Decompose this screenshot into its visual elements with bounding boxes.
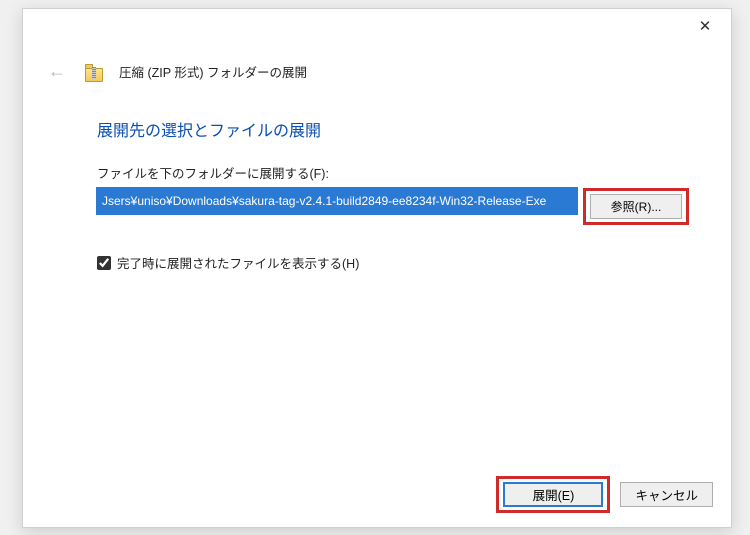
show-files-label: 完了時に展開されたファイルを表示する(H) bbox=[117, 253, 359, 272]
browse-button[interactable]: 参照(R)... bbox=[590, 194, 682, 219]
extract-zip-dialog: ✕ ← 圧縮 (ZIP 形式) フォルダーの展開 展開先の選択とファイルの展開 … bbox=[22, 8, 732, 528]
show-files-checkbox[interactable] bbox=[97, 256, 111, 270]
destination-path-input[interactable] bbox=[97, 188, 577, 214]
extract-button[interactable]: 展開(E) bbox=[503, 482, 603, 507]
destination-row: 参照(R)... bbox=[97, 188, 689, 225]
dialog-footer: 展開(E) キャンセル bbox=[496, 476, 713, 513]
dialog-title: 圧縮 (ZIP 形式) フォルダーの展開 bbox=[119, 62, 307, 81]
dialog-content: 展開先の選択とファイルの展開 ファイルを下のフォルダーに展開する(F): 参照(… bbox=[23, 91, 731, 272]
zip-folder-icon bbox=[85, 60, 103, 82]
back-arrow-icon: ← bbox=[48, 61, 66, 82]
close-button[interactable]: ✕ bbox=[685, 13, 725, 39]
dialog-header: ← 圧縮 (ZIP 形式) フォルダーの展開 bbox=[23, 41, 731, 91]
extract-highlight: 展開(E) bbox=[496, 476, 610, 513]
destination-folder-label: ファイルを下のフォルダーに展開する(F): bbox=[97, 163, 689, 182]
close-icon: ✕ bbox=[699, 17, 712, 35]
browse-highlight: 参照(R)... bbox=[583, 188, 689, 225]
show-files-checkbox-row[interactable]: 完了時に展開されたファイルを表示する(H) bbox=[97, 253, 689, 272]
window-titlebar: ✕ bbox=[23, 9, 731, 41]
cancel-button[interactable]: キャンセル bbox=[620, 482, 713, 507]
back-button[interactable]: ← bbox=[45, 59, 69, 83]
page-heading: 展開先の選択とファイルの展開 bbox=[97, 117, 689, 141]
